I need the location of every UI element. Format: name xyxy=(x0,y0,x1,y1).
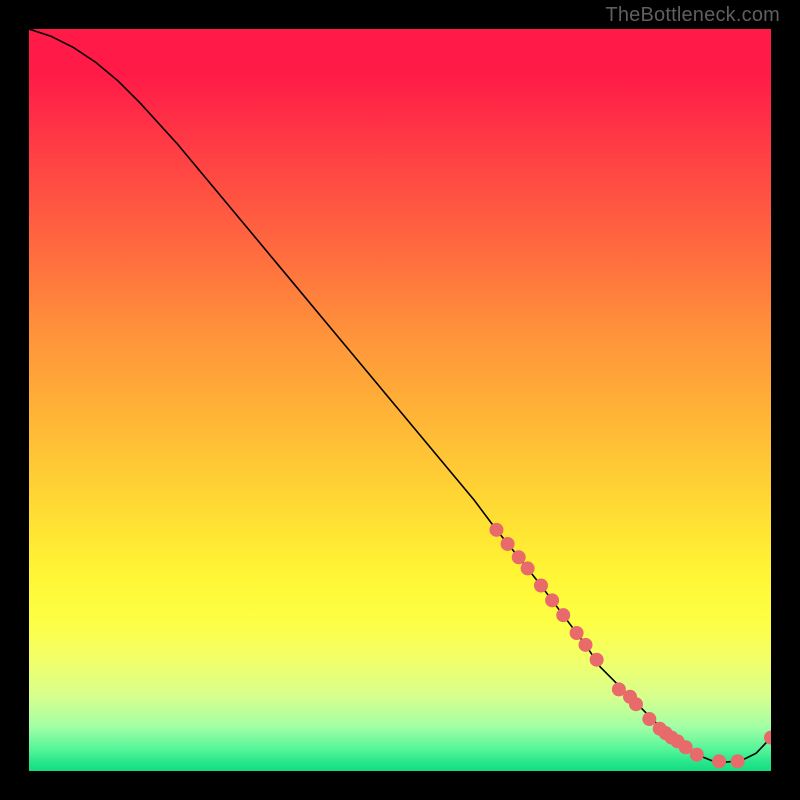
data-marker xyxy=(545,593,559,607)
data-marker xyxy=(712,754,726,768)
data-marker xyxy=(556,608,570,622)
data-marker xyxy=(489,523,503,537)
data-marker xyxy=(731,754,745,768)
data-marker xyxy=(690,748,704,762)
bottleneck-curve-line xyxy=(29,29,771,762)
data-marker xyxy=(534,579,548,593)
data-marker xyxy=(590,653,604,667)
data-marker xyxy=(521,561,535,575)
data-marker xyxy=(642,712,656,726)
chart-plot-area xyxy=(29,29,771,771)
data-marker xyxy=(512,550,526,564)
data-marker xyxy=(570,626,584,640)
data-marker xyxy=(629,697,643,711)
data-marker xyxy=(579,638,593,652)
chart-svg xyxy=(29,29,771,771)
watermark-text: TheBottleneck.com xyxy=(605,4,780,27)
data-marker xyxy=(501,537,515,551)
marker-group xyxy=(489,523,771,769)
data-marker xyxy=(764,731,771,745)
